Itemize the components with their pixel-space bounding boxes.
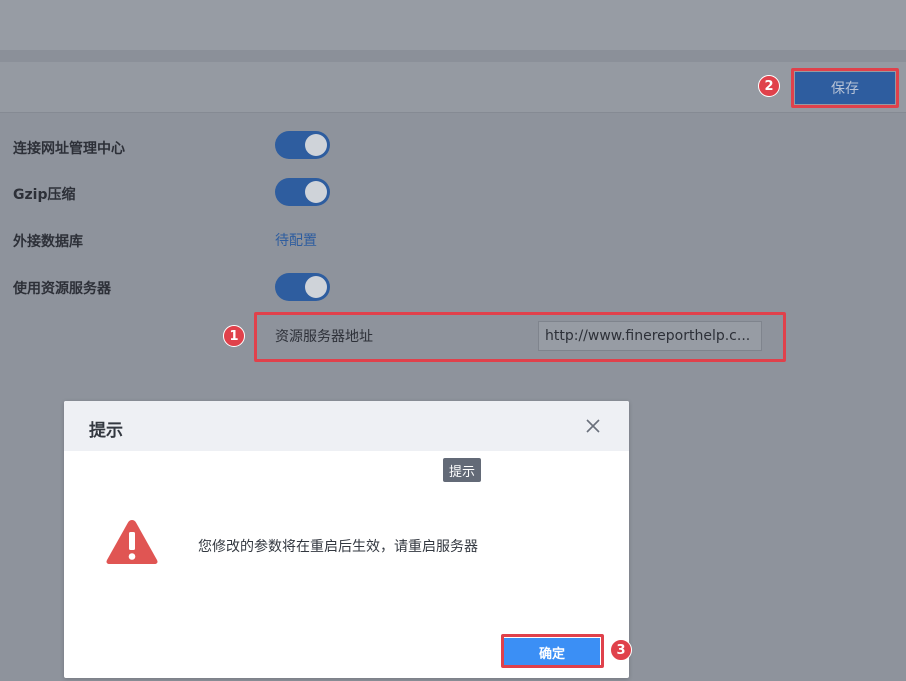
setting-label-gzip: Gzip压缩 bbox=[13, 187, 76, 203]
confirm-button[interactable]: 确定 bbox=[504, 638, 600, 666]
save-button[interactable]: 保存 bbox=[795, 72, 895, 104]
toggle-resource-server[interactable] bbox=[275, 273, 330, 301]
dialog-title: 提示 bbox=[89, 421, 123, 441]
step-badge-3: 3 bbox=[610, 639, 632, 661]
setting-label-url-center: 连接网址管理中心 bbox=[13, 141, 125, 157]
resource-server-address-input[interactable]: http://www.finereporthelp.c... bbox=[538, 321, 762, 351]
resource-server-address-label: 资源服务器地址 bbox=[275, 329, 373, 345]
warning-icon bbox=[106, 520, 158, 564]
toggle-url-center[interactable] bbox=[275, 131, 330, 159]
top-separator bbox=[0, 50, 906, 62]
toggle-knob bbox=[305, 276, 327, 298]
dialog-header: 提示 bbox=[64, 401, 629, 451]
toggle-gzip[interactable] bbox=[275, 178, 330, 206]
close-icon bbox=[586, 419, 600, 433]
dialog-tooltip: 提示 bbox=[443, 458, 482, 482]
dialog-close-button[interactable] bbox=[582, 415, 604, 437]
external-db-config-link[interactable]: 待配置 bbox=[275, 230, 317, 250]
restart-dialog: 提示 提示 您修改的参数将在重启后生效，请重启服务器 确定 bbox=[64, 401, 629, 678]
step-badge-2: 2 bbox=[758, 75, 780, 97]
setting-label-resource-server: 使用资源服务器 bbox=[13, 281, 111, 297]
dialog-message: 您修改的参数将在重启后生效，请重启服务器 bbox=[198, 539, 478, 555]
setting-label-external-db: 外接数据库 bbox=[13, 234, 83, 250]
step-badge-1: 1 bbox=[223, 325, 245, 347]
toggle-knob bbox=[305, 134, 327, 156]
top-bar bbox=[0, 0, 906, 50]
toggle-knob bbox=[305, 181, 327, 203]
